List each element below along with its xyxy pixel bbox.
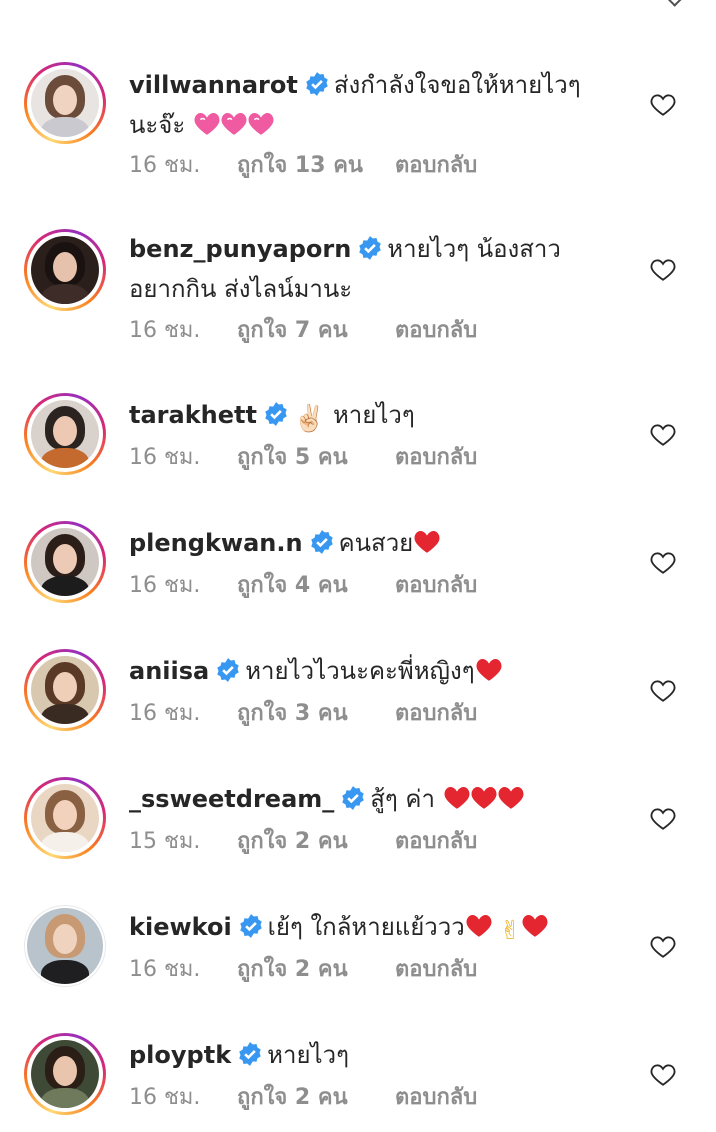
verified-badge-icon xyxy=(265,402,287,426)
username[interactable]: _ssweetdream_ xyxy=(129,785,334,813)
likes-count[interactable]: ถูกใจ 4 คน xyxy=(237,571,395,601)
story-avatar[interactable] xyxy=(24,649,106,731)
likes-count[interactable]: ถูกใจ 13 คน xyxy=(237,151,395,181)
comment-meta: 15 ชม. ถูกใจ 2 คน ตอบกลับ xyxy=(129,827,477,857)
avatar xyxy=(31,528,99,596)
story-avatar[interactable] xyxy=(24,62,106,144)
timestamp: 15 ชม. xyxy=(129,829,201,854)
comment-meta: 16 ชม. ถูกใจ 4 คน ตอบกลับ xyxy=(129,571,477,601)
red-heart-emoji-icon xyxy=(476,659,502,681)
comment-meta: 16 ชม. ถูกใจ 3 คน ตอบกลับ xyxy=(129,699,477,729)
reply-button[interactable]: ตอบกลับ xyxy=(395,827,477,857)
timestamp: 16 ชม. xyxy=(129,573,201,598)
verified-badge-icon xyxy=(310,530,333,554)
story-avatar[interactable] xyxy=(24,777,106,859)
comment-text-continued: อยากกิน ส่งไลน์มานะ xyxy=(129,275,353,303)
comment-meta: 16 ชม. ถูกใจ 13 คน ตอบกลับ xyxy=(129,151,477,181)
heart-outline-icon[interactable] xyxy=(650,551,676,575)
chevron-down-icon xyxy=(666,0,682,7)
avatar xyxy=(31,1040,99,1108)
likes-count[interactable]: ถูกใจ 3 คน xyxy=(237,699,395,729)
three-red-hearts-emoji-icon xyxy=(443,785,524,813)
username[interactable]: ployptk xyxy=(129,1041,231,1069)
pink-hearts-emoji-icon xyxy=(193,111,274,139)
avatar xyxy=(31,784,99,852)
heart-victory-heart-emoji-icon: ✌ xyxy=(465,913,548,946)
likes-count[interactable]: ถูกใจ 7 คน xyxy=(237,316,395,346)
story-avatar[interactable] xyxy=(24,521,106,603)
timestamp: 16 ชม. xyxy=(129,318,201,343)
comment-text-continued: นะจ๊ะ xyxy=(129,111,186,139)
heart-outline-icon[interactable] xyxy=(650,258,676,282)
reply-button[interactable]: ตอบกลับ xyxy=(395,1083,477,1113)
verified-badge-icon xyxy=(217,658,239,682)
reply-button[interactable]: ตอบกลับ xyxy=(395,571,477,601)
comment-text: เย้ๆ ใกล้หายแย้ววว xyxy=(267,913,465,941)
verified-badge-icon xyxy=(306,72,328,96)
reply-button[interactable]: ตอบกลับ xyxy=(395,443,477,473)
comment-meta: 16 ชม. ถูกใจ 7 คน ตอบกลับ xyxy=(129,316,477,346)
comment-text: หายไวๆ xyxy=(267,1041,349,1069)
comment-text: คนสวย xyxy=(338,529,414,557)
username[interactable]: tarakhett xyxy=(129,401,257,429)
timestamp: 16 ชม. xyxy=(129,957,201,982)
comment-meta: 16 ชม. ถูกใจ 2 คน ตอบกลับ xyxy=(129,1083,477,1113)
comment-text: หายไวๆ น้องสาว xyxy=(387,235,561,263)
avatar xyxy=(31,400,99,468)
verified-badge-icon xyxy=(342,786,364,810)
heart-outline-icon[interactable] xyxy=(650,93,676,117)
timestamp: 16 ชม. xyxy=(129,445,201,470)
verified-badge-icon xyxy=(239,914,262,938)
likes-count[interactable]: ถูกใจ 2 คน xyxy=(237,827,395,857)
comment-text: ส่งกำลังใจขอให้หายไวๆ xyxy=(333,71,581,99)
comment-text: สู้ๆ ค่า xyxy=(370,785,435,813)
story-avatar[interactable] xyxy=(24,229,106,311)
reply-button[interactable]: ตอบกลับ xyxy=(395,151,477,181)
heart-outline-icon[interactable] xyxy=(650,423,676,447)
comment-meta: 16 ชม. ถูกใจ 5 คน ตอบกลับ xyxy=(129,443,477,473)
username[interactable]: villwannarot xyxy=(129,71,298,99)
likes-count[interactable]: ถูกใจ 5 คน xyxy=(237,443,395,473)
story-avatar[interactable] xyxy=(24,1033,106,1115)
reply-button[interactable]: ตอบกลับ xyxy=(395,955,477,985)
username[interactable]: aniisa xyxy=(129,657,209,685)
username[interactable]: plengkwan.n xyxy=(129,529,303,557)
username[interactable]: kiewkoi xyxy=(129,913,232,941)
username[interactable]: benz_punyaporn xyxy=(129,235,351,263)
comment-meta: 16 ชม. ถูกใจ 2 คน ตอบกลับ xyxy=(129,955,477,985)
timestamp: 16 ชม. xyxy=(129,153,201,178)
red-heart-emoji-icon xyxy=(414,531,440,553)
heart-outline-icon[interactable] xyxy=(650,679,676,703)
reply-button[interactable]: ตอบกลับ xyxy=(395,699,477,729)
avatar[interactable] xyxy=(24,905,106,987)
comment-text: หายไวไวนะคะพี่หญิงๆ xyxy=(245,657,475,685)
timestamp: 16 ชม. xyxy=(129,1085,201,1110)
timestamp: 16 ชม. xyxy=(129,701,201,726)
heart-outline-icon[interactable] xyxy=(650,1063,676,1087)
likes-count[interactable]: ถูกใจ 2 คน xyxy=(237,1083,395,1113)
verified-badge-icon xyxy=(239,1042,261,1066)
reply-button[interactable]: ตอบกลับ xyxy=(395,316,477,346)
avatar xyxy=(31,656,99,724)
avatar xyxy=(31,69,99,137)
heart-outline-icon[interactable] xyxy=(650,935,676,959)
victory-hand-emoji-icon: ✌🏻 xyxy=(292,404,326,434)
comment-text: หายไวๆ xyxy=(332,401,415,429)
story-avatar[interactable] xyxy=(24,393,106,475)
verified-badge-icon xyxy=(359,236,382,260)
heart-outline-icon[interactable] xyxy=(650,807,676,831)
avatar xyxy=(31,236,99,304)
likes-count[interactable]: ถูกใจ 2 คน xyxy=(237,955,395,985)
